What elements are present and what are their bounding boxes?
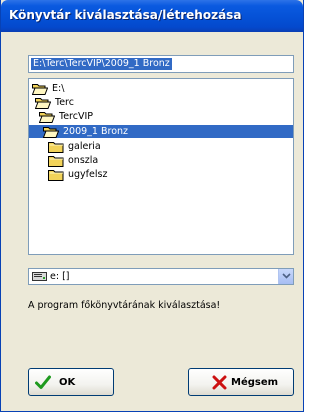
title-bar[interactable]: Könyvtár kiválasztása/létrehozása [1, 0, 303, 32]
folder-open-icon [32, 84, 48, 95]
window-title: Könyvtár kiválasztása/létrehozása [9, 8, 242, 22]
check-icon [35, 375, 51, 389]
cancel-button-label: Mégsem [231, 377, 279, 388]
tree-item-label: ugyfelsz [68, 169, 108, 180]
folder-open-icon [35, 98, 51, 109]
tree-item-label: onszla [68, 155, 99, 166]
status-text: A program főkönyvtárának kiválasztása! [28, 300, 221, 311]
path-input[interactable]: E:\Terc\TercVIP\2009_1 Bronz [28, 55, 294, 73]
drive-select-value: e: [] [50, 271, 70, 282]
folder-closed-icon [48, 156, 64, 167]
chevron-down-icon [282, 273, 291, 279]
tree-item-label: 2009_1 Bronz [63, 126, 129, 137]
folder-open-icon [39, 112, 55, 123]
close-icon [212, 375, 227, 390]
folder-open-icon [43, 127, 59, 138]
folder-closed-icon [48, 142, 64, 153]
ok-button[interactable]: OK [28, 368, 114, 396]
folder-tree[interactable]: E:\ Terc TercVIP 2009_1 Bronz galeria on… [28, 78, 294, 255]
path-input-value: E:\Terc\TercVIP\2009_1 Bronz [31, 58, 172, 70]
tree-item-2009-1-bronz[interactable]: 2009_1 Bronz [29, 125, 293, 138]
folder-dialog: Könyvtár kiválasztása/létrehozása E:\Ter… [0, 0, 304, 412]
drive-icon [32, 272, 47, 281]
drive-dropdown-button[interactable] [278, 269, 293, 284]
tree-item-label: galeria [68, 141, 101, 152]
tree-item-label: Terc [55, 97, 74, 108]
folder-closed-icon [48, 170, 64, 181]
tree-item-label: E:\ [52, 83, 65, 94]
drive-select[interactable]: e: [] [28, 268, 294, 285]
cancel-button[interactable]: Mégsem [188, 368, 294, 396]
ok-button-label: OK [59, 377, 76, 388]
tree-item-label: TercVIP [59, 111, 93, 122]
